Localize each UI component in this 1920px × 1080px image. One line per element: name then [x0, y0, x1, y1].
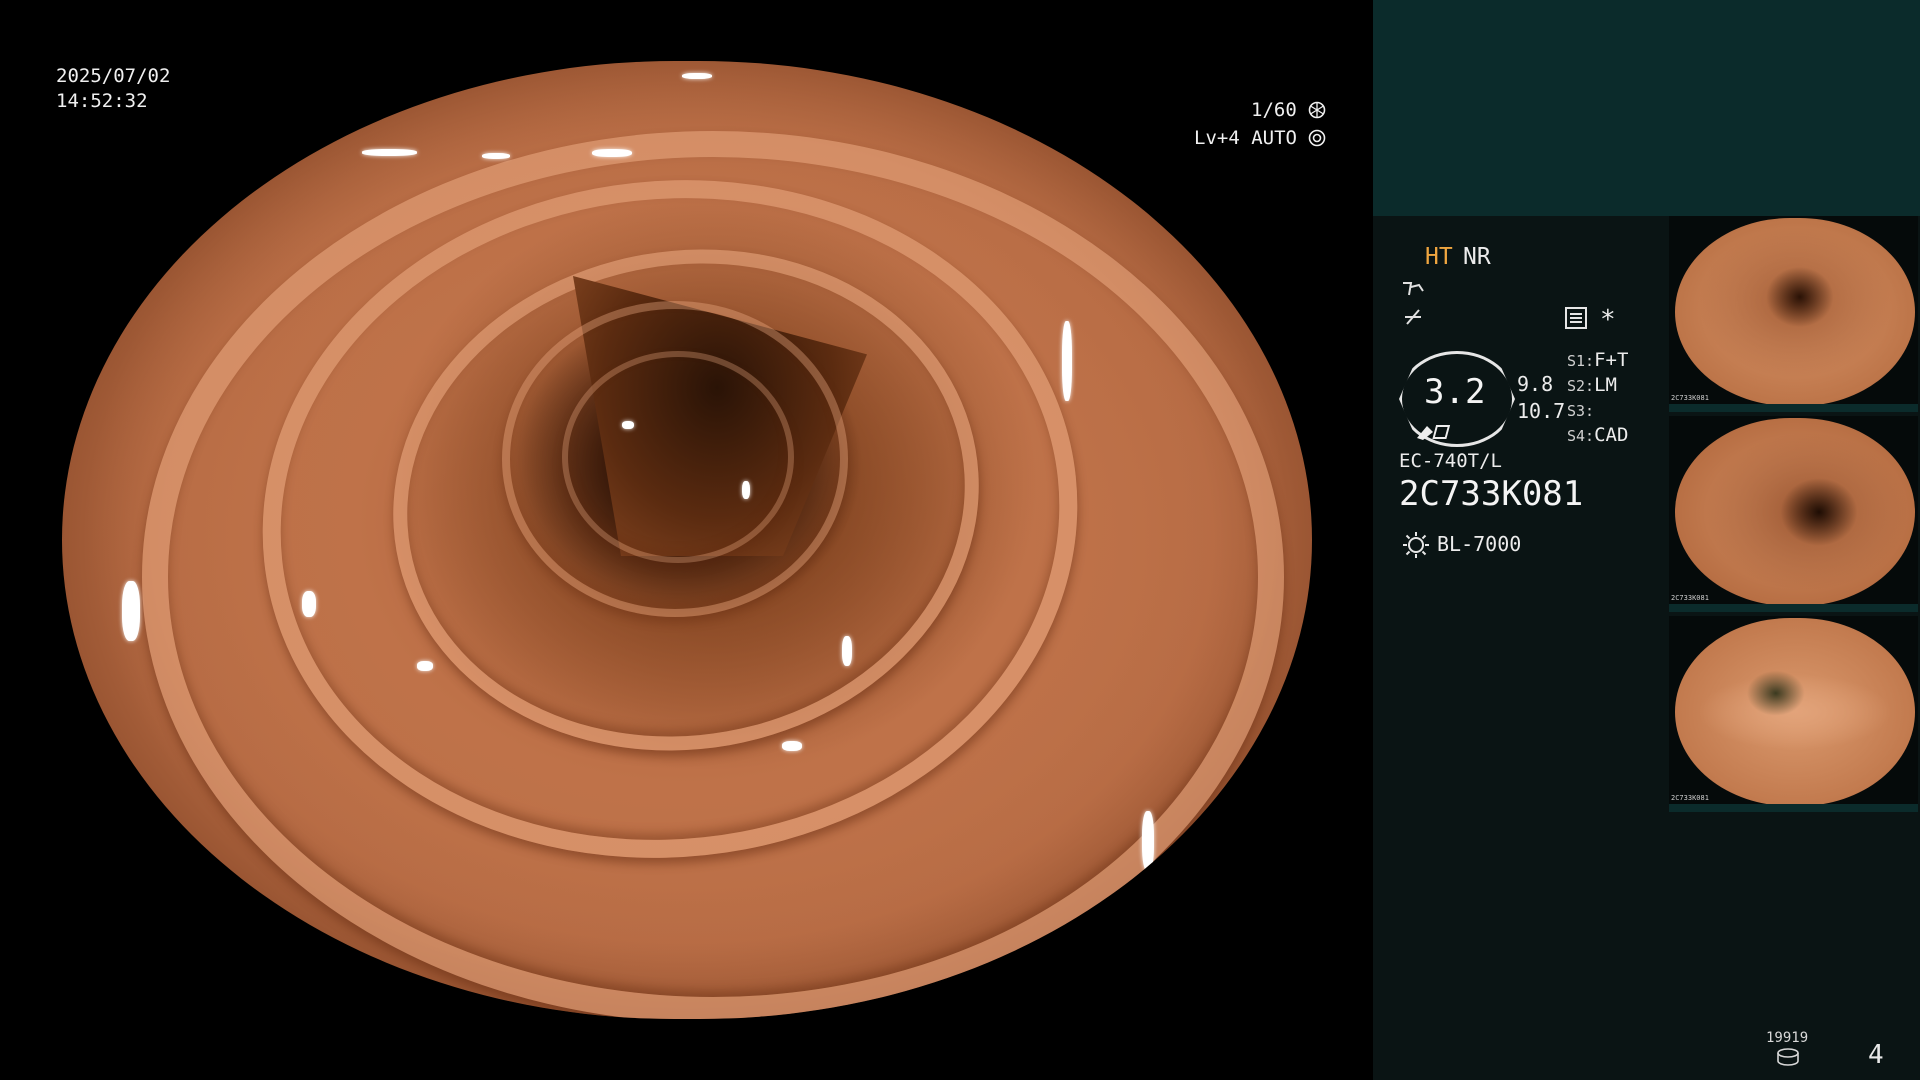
page-number: 4 [1868, 1040, 1884, 1070]
mode-text: AUTO [1251, 127, 1297, 149]
thumbnail-serial: 2C733K081 [1671, 794, 1709, 802]
thumbnail-image [1675, 418, 1915, 606]
thumbnail-image [1675, 218, 1915, 406]
light-reflection [682, 73, 712, 79]
switch-key: S2: [1567, 377, 1595, 395]
endoscope-main-view [62, 61, 1312, 1019]
switch-s1: S1:F+T [1567, 349, 1628, 371]
light-reflection [122, 581, 140, 641]
switch-key: S4: [1567, 427, 1595, 445]
light-reflection [362, 149, 417, 156]
mucosal-fold [562, 351, 794, 563]
ht-mode-indicator: HT [1425, 244, 1453, 270]
light-reflection [592, 149, 632, 157]
structure-enhance-icon [1403, 282, 1424, 296]
capture-thumbnail-3[interactable]: 2C733K081 [1669, 616, 1918, 812]
aperture-icon [1308, 101, 1326, 119]
image-counter: 19919 [1766, 1030, 1809, 1046]
nr-mode-indicator: NR [1463, 244, 1491, 270]
scope-serial: 2C733K081 [1399, 474, 1584, 514]
capture-thumbnail-2[interactable]: 2C733K081 [1669, 416, 1918, 612]
light-reflection [482, 153, 510, 159]
menu-icon [1565, 307, 1587, 329]
zoom-level-icon [1417, 425, 1451, 440]
datetime-overlay: 2025/07/02 14:52:32 [56, 64, 170, 114]
level-text: Lv+4 [1194, 127, 1240, 149]
exposure-readout: Lv+4 AUTO [1194, 126, 1326, 151]
light-reflection [782, 741, 802, 751]
date-text: 2025/07/02 [56, 65, 171, 87]
zoom-right-bottom: 10.7 [1517, 399, 1566, 423]
capture-thumbnail-1[interactable]: 2C733K081 [1669, 216, 1918, 412]
zoom-right-top: 9.8 [1517, 372, 1554, 396]
thumbnail-bar [1669, 604, 1918, 612]
shutter-readout: 1/60 [1251, 98, 1326, 123]
switch-key: S1: [1567, 352, 1595, 370]
light-reflection [622, 421, 634, 429]
asterisk-indicator: * [1600, 305, 1616, 335]
thumbnail-serial: 2C733K081 [1671, 594, 1709, 602]
switch-s3: S3: [1567, 399, 1594, 421]
light-reflection [1142, 811, 1154, 871]
switch-key: S3: [1567, 402, 1595, 420]
light-reflection [1062, 321, 1072, 401]
switch-value: F+T [1594, 349, 1629, 371]
light-reflection [842, 636, 852, 666]
light-reflection [302, 591, 316, 617]
thumbnail-serial: 2C733K081 [1671, 394, 1709, 402]
panel-header-area [1373, 0, 1920, 216]
light-reflection [742, 481, 750, 499]
thumbnail-image [1675, 618, 1915, 806]
thumbnail-bar [1669, 804, 1918, 812]
shutter-text: 1/60 [1251, 99, 1297, 121]
switch-s4: S4:CAD [1567, 424, 1628, 446]
storage-icon [1777, 1048, 1799, 1066]
switch-value: LM [1594, 374, 1617, 396]
switch-s2: S2:LM [1567, 374, 1617, 396]
light-source-label: BL-7000 [1437, 532, 1522, 556]
time-text: 14:52:32 [56, 90, 148, 112]
scope-model: EC-740T/L [1399, 450, 1502, 472]
light-reflection [417, 661, 433, 671]
switch-value: CAD [1594, 424, 1629, 446]
light-source-icon [1403, 532, 1429, 558]
thumbnail-bar [1669, 404, 1918, 412]
iris-icon [1309, 129, 1326, 147]
color-enhance-icon [1405, 309, 1421, 325]
zoom-value: 3.2 [1424, 372, 1486, 412]
